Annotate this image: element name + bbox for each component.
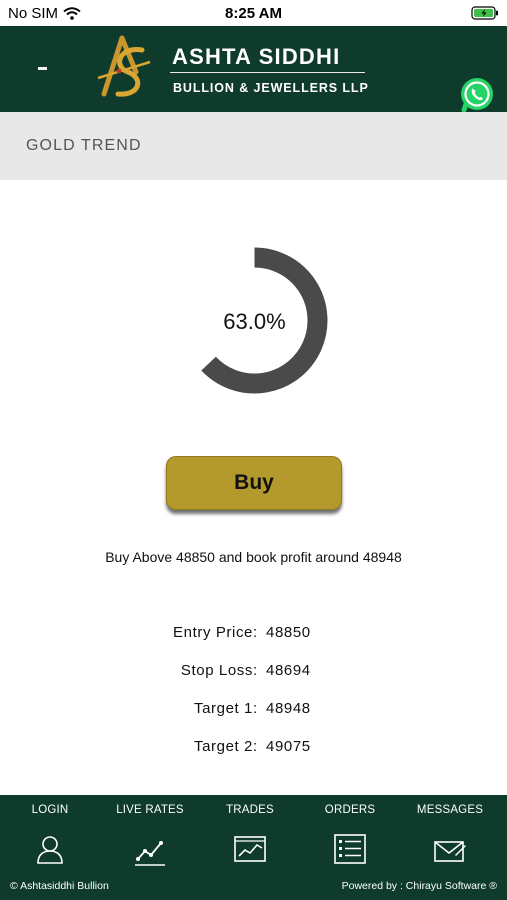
copyright-text: © Ashtasiddhi Bullion — [10, 880, 109, 892]
menu-button[interactable] — [30, 56, 54, 80]
orders-list-icon — [334, 834, 366, 864]
nav-label: LOGIN — [31, 804, 69, 816]
level-row-entry-price: Entry Price : 48850 — [0, 624, 507, 646]
gauge-percent-label: 63.0% — [223, 309, 286, 334]
level-row-stop-loss: Stop Loss : 48694 — [0, 662, 507, 684]
brand-divider — [170, 72, 365, 73]
level-colon: : — [253, 700, 258, 717]
advice-text: Buy Above 48850 and book profit around 4… — [105, 549, 402, 565]
level-label: Target 1 — [194, 700, 253, 717]
battery-icon — [471, 6, 499, 24]
level-value: 48850 — [266, 624, 311, 641]
level-row-target-1: Target 1 : 48948 — [0, 700, 507, 722]
bottom-nav: LOGIN LIVE RATES TRADES ORDERS MESSAGES … — [0, 795, 507, 900]
level-label: Target 2 — [194, 738, 253, 755]
level-value: 49075 — [266, 738, 311, 755]
nav-item-messages[interactable]: MESSAGES — [400, 795, 500, 873]
buy-button[interactable]: Buy — [166, 456, 342, 510]
level-colon: : — [253, 662, 258, 679]
whatsapp-icon[interactable] — [459, 77, 495, 113]
user-icon — [37, 836, 63, 864]
nav-item-live-rates[interactable]: LIVE RATES — [100, 795, 200, 873]
level-value: 48948 — [266, 700, 311, 717]
status-bar: No SIM 8:25 AM — [0, 0, 507, 26]
section-header: GOLD TREND — [0, 112, 507, 180]
clock: 8:25 AM — [225, 5, 282, 22]
envelope-icon — [434, 841, 466, 862]
nav-item-trades[interactable]: TRADES — [200, 795, 300, 873]
hamburger-icon — [37, 66, 47, 70]
nav-label: TRADES — [226, 804, 274, 816]
level-value: 48694 — [266, 662, 311, 679]
app-header: ASHTA SIDDHI BULLION & JEWELLERS LLP — [0, 26, 507, 113]
powered-by-text: Powered by : Chirayu Software ® — [341, 880, 497, 892]
nav-label: MESSAGES — [416, 804, 484, 816]
nav-item-login[interactable]: LOGIN — [0, 795, 100, 873]
level-label: Stop Loss — [180, 662, 253, 679]
nav-item-orders[interactable]: ORDERS — [300, 795, 400, 873]
line-chart-icon — [135, 841, 165, 866]
brand-subtitle: BULLION & JEWELLERS LLP — [173, 81, 369, 95]
logo-icon — [97, 35, 151, 97]
level-colon: : — [253, 738, 258, 755]
section-title: GOLD TREND — [26, 137, 142, 154]
level-colon: : — [253, 624, 258, 641]
level-label: Entry Price — [173, 624, 253, 641]
nav-label: LIVE RATES — [116, 804, 184, 816]
level-row-target-2: Target 2 : 49075 — [0, 738, 507, 760]
nav-label: ORDERS — [324, 804, 376, 816]
trades-chart-icon — [234, 836, 266, 862]
brand-name: ASHTA SIDDHI — [172, 44, 341, 69]
